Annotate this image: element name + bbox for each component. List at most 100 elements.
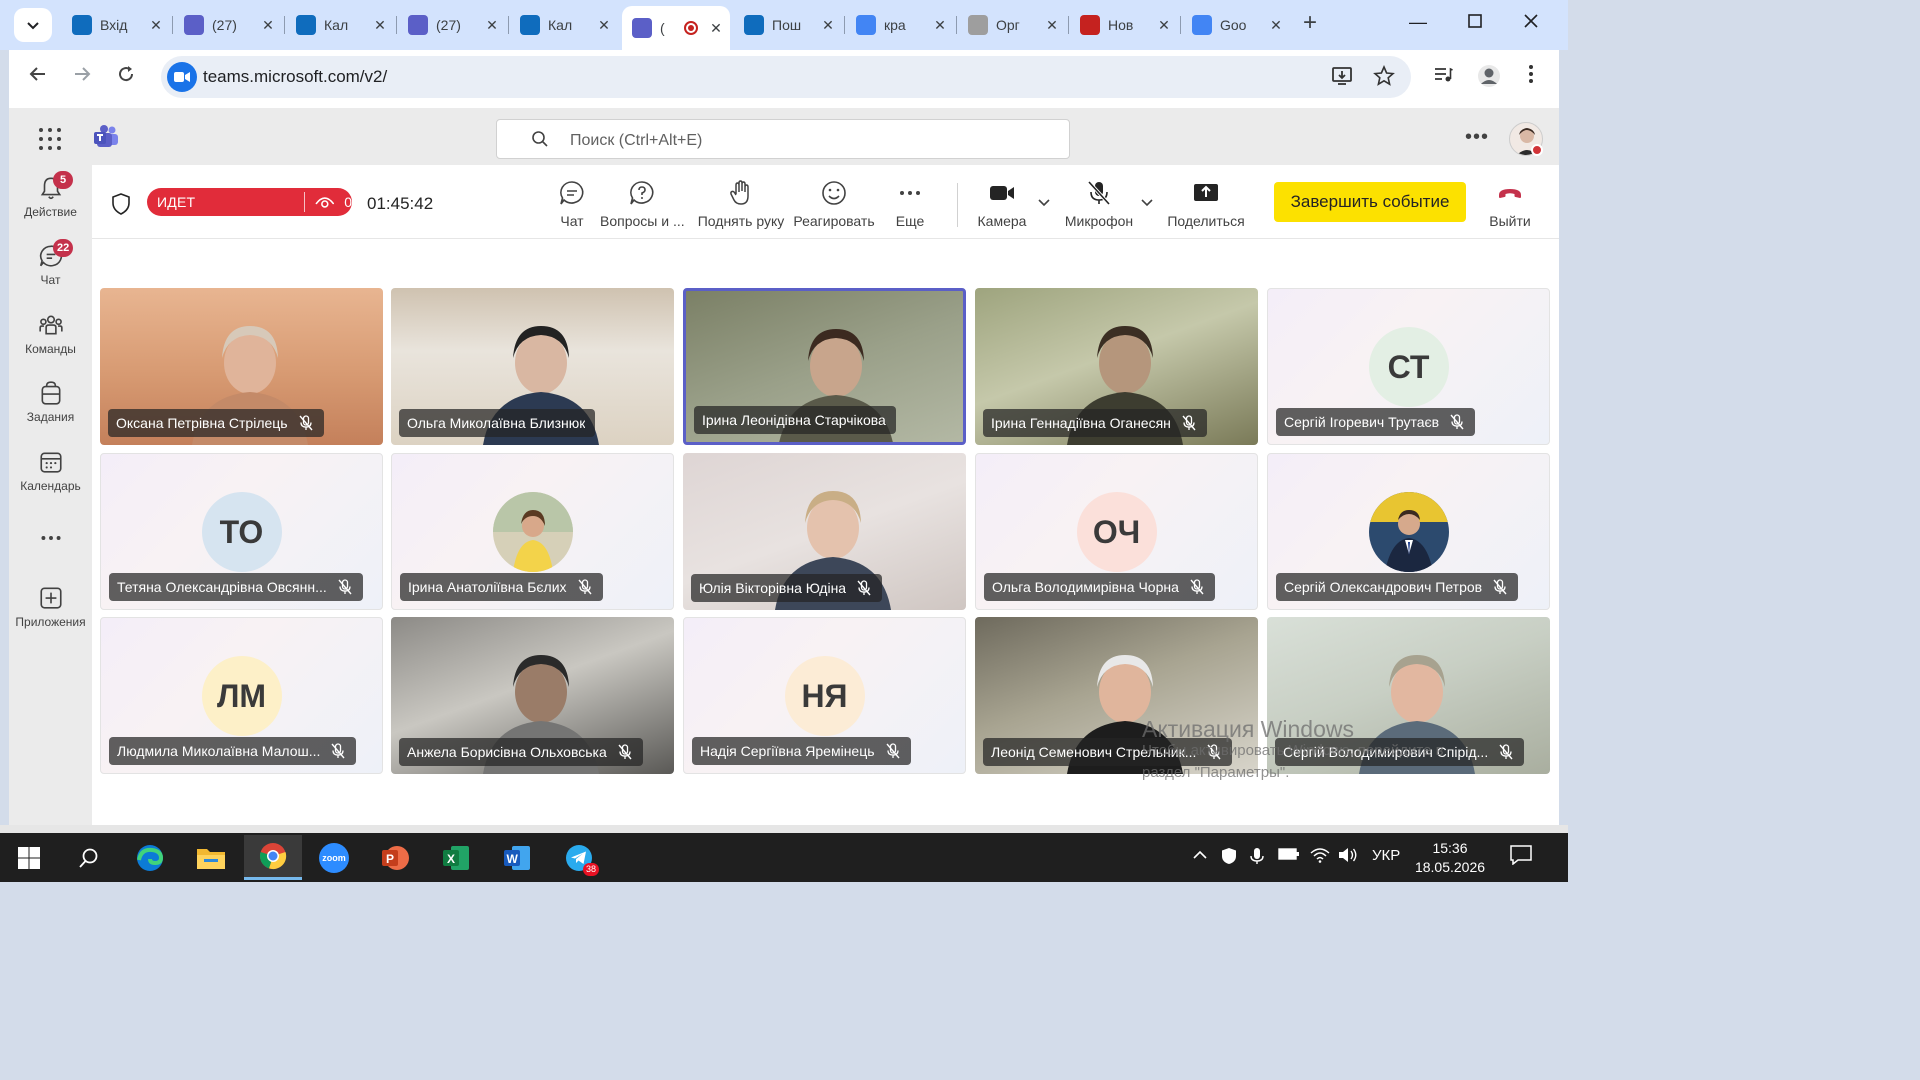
taskbar-clock[interactable]: 15:36 18.05.2026 (1410, 839, 1490, 877)
participant-tile[interactable]: Леонід Семенович Стрельник... (975, 617, 1258, 774)
maximize-button[interactable] (1463, 12, 1487, 33)
end-event-button[interactable]: Завершить событие (1274, 182, 1466, 222)
browser-tab[interactable]: Кал ✕ (286, 6, 394, 44)
site-info-icon[interactable] (167, 62, 197, 92)
participant-tile[interactable]: Ірина Леонідівна Старчікова (683, 288, 966, 445)
rail-label: Приложения (15, 615, 86, 629)
rail-item-more[interactable] (9, 525, 92, 585)
tray-defender[interactable] (1220, 847, 1238, 869)
record-icon (1080, 15, 1100, 35)
rail-item-calendar[interactable]: Календарь (9, 449, 92, 509)
participant-tile[interactable]: НЯ Надія Сергіївна Яремінець (683, 617, 966, 774)
close-tab-icon[interactable]: ✕ (594, 17, 614, 34)
tray-wifi[interactable] (1310, 847, 1330, 867)
rail-item-apps[interactable]: Приложения (9, 585, 92, 645)
chrome-menu-button[interactable] (1517, 64, 1545, 90)
taskbar-telegram[interactable]: 38 (550, 835, 608, 880)
browser-tab[interactable]: Кал ✕ (510, 6, 618, 44)
participant-tile[interactable]: Ольга Миколаївна Близнюк (391, 288, 674, 445)
mic-options-chevron-icon[interactable] (1140, 195, 1154, 209)
tray-volume[interactable] (1338, 847, 1358, 867)
live-broadcast-badge[interactable]: ИДЕТ ТРАНСЛЯЦИЯ 0 (147, 188, 352, 230)
shield-icon[interactable] (111, 193, 131, 215)
camera-button[interactable]: Камера (970, 175, 1034, 235)
app-launcher-icon[interactable] (39, 128, 61, 150)
participant-tile[interactable]: СТ Сергій Ігоревич Трутаєв (1267, 288, 1550, 445)
microphone-button[interactable]: Микрофон (1062, 175, 1136, 235)
participant-tile[interactable]: ТО Тетяна Олександрівна Овсянн... (100, 453, 383, 610)
participant-tile[interactable]: ОЧ Ольга Володимирівна Чорна (975, 453, 1258, 610)
taskbar-edge[interactable] (121, 835, 179, 880)
browser-tab[interactable]: Орг ✕ (958, 6, 1066, 44)
participant-tile[interactable]: ЛМ Людмила Миколаївна Малош... (100, 617, 383, 774)
tray-battery[interactable] (1278, 847, 1300, 865)
leave-button[interactable]: Выйти (1484, 175, 1536, 235)
share-button[interactable]: Поделиться (1166, 175, 1246, 235)
tab-search-button[interactable] (14, 8, 52, 42)
address-bar[interactable]: teams.microsoft.com/v2/ (161, 56, 1411, 98)
chat-button[interactable]: Чат (540, 175, 604, 235)
participant-tile[interactable]: Ірина Анатоліївна Бєлих (391, 453, 674, 610)
close-tab-icon[interactable]: ✕ (1154, 17, 1174, 34)
notification-center-button[interactable] (1510, 845, 1532, 869)
close-tab-icon[interactable]: ✕ (482, 17, 502, 34)
close-tab-icon[interactable]: ✕ (818, 17, 838, 34)
participant-tile[interactable]: Сергій Володимирович Спірід... (1267, 617, 1550, 774)
browser-tab[interactable]: Нов ✕ (1070, 6, 1178, 44)
rail-item-chat[interactable]: Чат 22 (9, 239, 92, 303)
participant-tile[interactable]: Сергій Олександрович Петров (1267, 453, 1550, 610)
rail-item-bell[interactable]: Действие 5 (9, 171, 92, 235)
search-box[interactable]: Поиск (Ctrl+Alt+E) (496, 119, 1070, 159)
browser-tab[interactable]: Пош ✕ (734, 6, 842, 44)
close-tab-icon[interactable]: ✕ (146, 17, 166, 34)
start-button[interactable] (0, 835, 58, 880)
browser-tab[interactable]: (✕ (622, 6, 730, 50)
presence-busy-icon (1531, 144, 1543, 156)
browser-tab[interactable]: (27) ✕ (398, 6, 506, 44)
reload-icon (119, 66, 134, 82)
rail-item-teams-people[interactable]: Команды (9, 312, 92, 372)
react-button[interactable]: Реагировать (792, 175, 876, 235)
browser-tab[interactable]: Goo ✕ (1182, 6, 1290, 44)
raise-hand-button[interactable]: Поднять руку (697, 175, 785, 235)
close-tab-icon[interactable]: ✕ (1042, 17, 1062, 34)
more-actions-button[interactable]: Еще (892, 175, 928, 235)
browser-tab[interactable]: (27) ✕ (174, 6, 282, 44)
bookmark-star-icon[interactable] (1373, 64, 1395, 93)
browser-tab[interactable]: Вхід ✕ (62, 6, 170, 44)
back-button[interactable] (25, 64, 51, 90)
close-tab-icon[interactable]: ✕ (370, 17, 390, 34)
install-app-icon[interactable] (1331, 65, 1353, 93)
taskbar-zoom[interactable]: zoom (305, 835, 363, 880)
taskbar-search-button[interactable] (60, 835, 118, 880)
participant-tile[interactable]: Оксана Петрівна Стрілець (100, 288, 383, 445)
participant-tile[interactable]: Юлія Вікторівна Юдіна (683, 453, 966, 610)
taskbar-powerpoint[interactable]: P (366, 835, 424, 880)
tab-title: Вхід (100, 17, 128, 33)
settings-more-button[interactable]: ••• (1465, 126, 1489, 149)
taskbar-excel[interactable]: X (427, 835, 485, 880)
minimize-button[interactable]: — (1406, 12, 1430, 33)
new-tab-button[interactable]: + (1296, 10, 1324, 38)
close-tab-icon[interactable]: ✕ (1266, 17, 1286, 34)
reload-button[interactable] (113, 64, 139, 90)
close-tab-icon[interactable]: ✕ (930, 17, 950, 34)
forward-button[interactable] (69, 64, 95, 90)
taskbar-chrome[interactable] (244, 835, 302, 880)
taskbar-word[interactable]: W (488, 835, 546, 880)
show-hidden-icons[interactable] (1192, 847, 1208, 867)
close-tab-icon[interactable]: ✕ (706, 20, 726, 37)
rail-item-assignments[interactable]: Задания (9, 380, 92, 440)
taskbar-file-explorer[interactable] (182, 835, 240, 880)
participant-tile[interactable]: Ірина Геннадіївна Оганесян (975, 288, 1258, 445)
tray-microphone[interactable] (1250, 847, 1264, 869)
browser-tab[interactable]: кра ✕ (846, 6, 954, 44)
close-tab-icon[interactable]: ✕ (258, 17, 278, 34)
profile-avatar[interactable] (1475, 64, 1503, 94)
camera-options-chevron-icon[interactable] (1037, 195, 1051, 209)
tray-language[interactable]: УКР (1372, 847, 1400, 864)
close-window-button[interactable] (1519, 12, 1543, 33)
participant-tile[interactable]: Анжела Борисівна Ольховська (391, 617, 674, 774)
media-control-icon[interactable] (1429, 64, 1457, 90)
qa-button[interactable]: Вопросы и ... (600, 175, 685, 235)
